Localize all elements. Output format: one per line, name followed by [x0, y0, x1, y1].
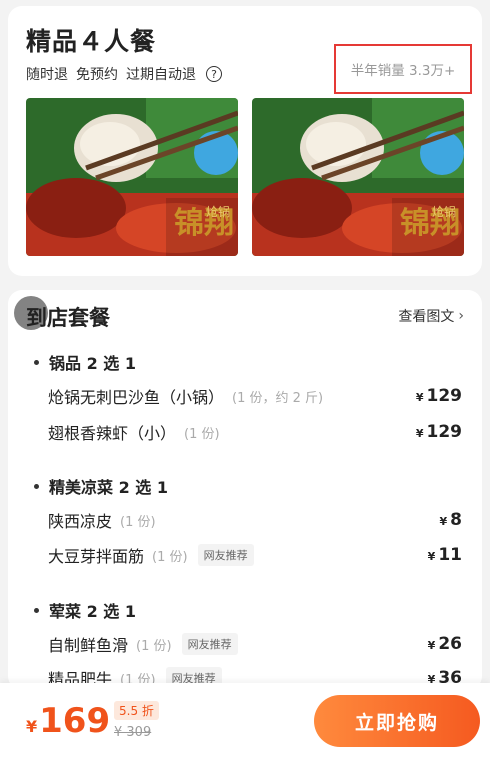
deal-photo-1[interactable]: 锦翔 炝锅 — [26, 98, 238, 256]
item-name: 陕西凉皮 — [48, 512, 113, 531]
brand-small-text: 炝锅 — [206, 204, 230, 219]
deal-photo-2[interactable]: 锦翔 炝锅 — [252, 98, 464, 256]
item-name: 大豆芽拌面筋 — [48, 547, 145, 566]
group-title-text: 荤菜 2 选 1 — [49, 602, 136, 621]
item-name: 自制鲜鱼滑 — [48, 636, 129, 655]
deal-tags: 随时退 免预约 过期自动退 ? — [26, 64, 222, 84]
item-qty: (1 份，约 2 斤) — [232, 390, 324, 406]
group-title-text: 精美凉菜 2 选 1 — [49, 478, 168, 497]
price-value: 169 — [39, 701, 111, 741]
deal-title: 精品４人餐 — [26, 27, 157, 56]
menu-item: 大豆芽拌面筋 (1 份) 网友推荐 ¥11 — [48, 541, 462, 569]
menu-item: 翅根香辣虾（小） (1 份) ¥129 — [48, 418, 462, 446]
recommended-badge: 网友推荐 — [181, 633, 238, 655]
tag-auto-refund: 过期自动退 — [126, 67, 196, 83]
deal-price: ¥ 169 — [26, 701, 110, 741]
buy-now-button[interactable]: 立即抢购 — [314, 695, 480, 747]
item-qty: (1 份) — [184, 426, 220, 442]
discount-badge: 5.5 折 — [114, 701, 159, 720]
sales-count: 半年销量 3.3万+ — [334, 44, 472, 94]
tag-refund-anytime: 随时退 — [26, 67, 68, 83]
item-qty: (1 份) — [120, 514, 156, 530]
menu-group-title: 荤菜 2 选 1 — [34, 598, 136, 622]
menu-item: 炝锅无刺巴沙鱼（小锅） (1 份，约 2 斤) ¥129 — [48, 382, 462, 410]
bullet-icon — [34, 607, 39, 613]
chevron-right-icon: › — [458, 308, 464, 324]
item-name: 翅根香辣虾（小） — [48, 424, 177, 443]
menu-item: 自制鲜鱼滑 (1 份) 网友推荐 ¥26 — [48, 630, 462, 658]
tag-no-reservation: 免预约 — [76, 67, 118, 83]
original-price: ¥ 309 — [114, 725, 152, 740]
item-name: 炝锅无刺巴沙鱼（小锅） — [48, 388, 225, 407]
item-price: ¥8 — [439, 510, 463, 530]
bullet-icon — [34, 359, 39, 365]
package-menu-card: 到店套餐 查看图文 › 锅品 2 选 1 炝锅无刺巴沙鱼（小锅） (1 份，约 … — [8, 290, 482, 690]
deal-summary-card: 精品４人餐 随时退 免预约 过期自动退 ? 半年销量 3.3万+ 锦翔 炝锅 锦… — [8, 6, 482, 276]
purchase-bar: ¥ 169 5.5 折 ¥ 309 立即抢购 — [0, 683, 490, 761]
item-price: ¥26 — [427, 634, 462, 654]
bullet-icon — [34, 483, 39, 489]
menu-group-title: 锅品 2 选 1 — [34, 350, 136, 374]
currency-symbol: ¥ — [26, 717, 38, 736]
item-price: ¥129 — [415, 386, 462, 406]
group-title-text: 锅品 2 选 1 — [49, 354, 136, 373]
recommended-badge: 网友推荐 — [197, 544, 254, 566]
section-title: 到店套餐 — [26, 306, 110, 330]
photo-strip: 锦翔 炝锅 锦翔 炝锅 — [26, 98, 464, 256]
item-qty: (1 份) — [152, 549, 188, 565]
item-qty: (1 份) — [136, 638, 172, 654]
question-icon[interactable]: ? — [206, 66, 222, 82]
view-details-label: 查看图文 — [398, 309, 455, 325]
menu-item: 陕西凉皮 (1 份) ¥8 — [48, 506, 462, 534]
view-details-link[interactable]: 查看图文 › — [398, 306, 464, 326]
item-price: ¥129 — [415, 422, 462, 442]
item-price: ¥11 — [427, 545, 462, 565]
brand-small-text: 炝锅 — [432, 204, 456, 219]
menu-group-title: 精美凉菜 2 选 1 — [34, 474, 168, 498]
